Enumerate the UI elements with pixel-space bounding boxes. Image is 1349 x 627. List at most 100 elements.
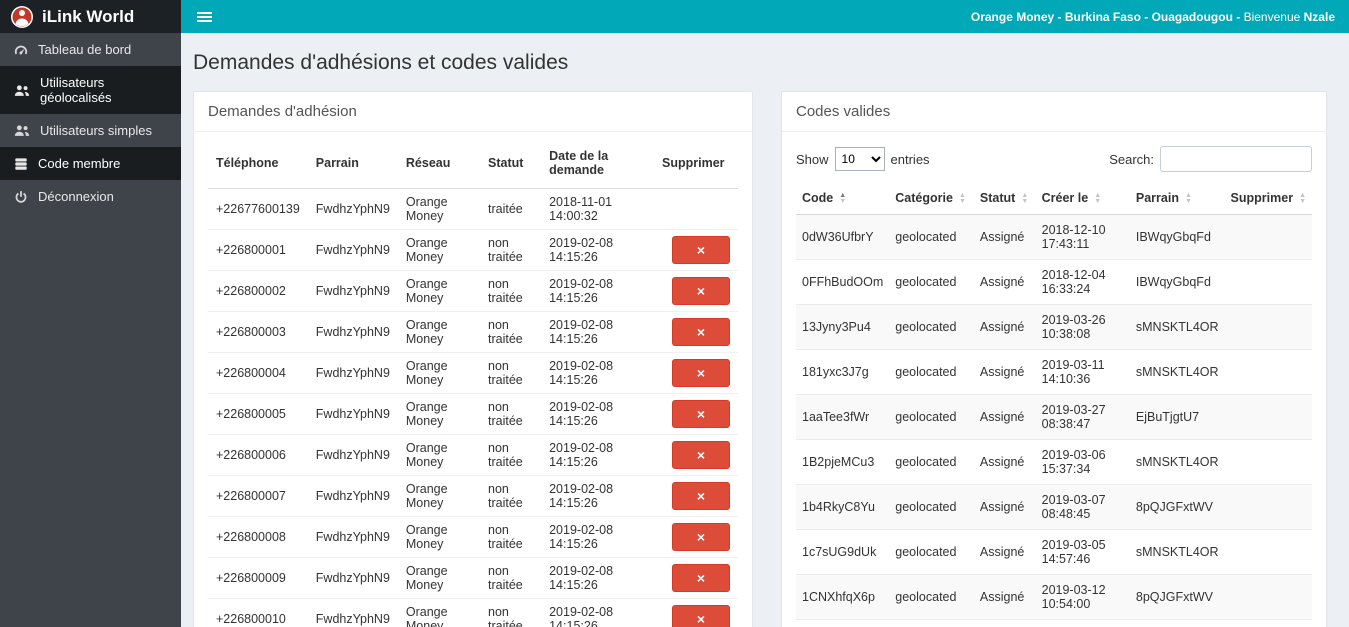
table-row: +226800007 FwdhzYphN9 Orange Money non t…	[208, 475, 738, 517]
cell-creer-le: 2019-03-22 08:45:22	[1035, 619, 1130, 627]
cell-supprimer	[1224, 304, 1312, 350]
cell-code: 1CNXhfqX6p	[796, 574, 890, 620]
cell-date: 2019-02-08 14:15:26	[541, 434, 654, 476]
cell-date: 2019-02-08 14:15:26	[541, 311, 654, 353]
delete-button[interactable]: ×	[672, 236, 730, 264]
cell-reseau: Orange Money	[397, 475, 480, 517]
table-row: +22677600139 FwdhzYphN9 Orange Money tra…	[208, 189, 738, 230]
cell-date: 2019-02-08 14:15:26	[541, 229, 654, 271]
codes-panel-title: Codes valides	[782, 92, 1326, 132]
cell-telephone: +226800010	[208, 598, 308, 627]
demandes-table-body: +22677600139 FwdhzYphN9 Orange Money tra…	[208, 189, 738, 627]
column-header-statut[interactable]: Statut ▲ ▼	[973, 182, 1036, 215]
sidebar-item-label: Code membre	[38, 156, 121, 171]
cell-categorie: geolocated	[889, 304, 974, 350]
cell-statut: non traitée	[480, 229, 542, 271]
cell-date: 2019-02-08 14:15:26	[541, 393, 654, 435]
hamburger-icon[interactable]	[195, 6, 214, 28]
welcome-text: Bienvenue	[1243, 9, 1301, 24]
dashboard-icon	[14, 45, 28, 54]
cell-categorie: geolocated	[889, 259, 974, 305]
table-header-row: Téléphone Parrain Réseau Statut Date de …	[208, 138, 738, 189]
sidebar-item-code-membre[interactable]: Code membre	[0, 147, 181, 180]
search-label: Search:	[1109, 151, 1154, 167]
cell-parrain: FwdhzYphN9	[307, 516, 398, 558]
column-header-creer-le[interactable]: Créer le ▲ ▼	[1035, 182, 1130, 215]
table-header-row: Code ▲ ▼ Catégorie ▲ ▼ Statut ▲ ▼ Créer le ▲ ▼ P…	[796, 182, 1312, 215]
cell-statut: Assigné	[973, 349, 1036, 395]
cell-date: 2018-11-01 14:00:32	[549, 195, 613, 223]
sidebar-item-label: Utilisateurs géolocalisés	[40, 75, 112, 105]
cell-creer-le: 2019-03-05 14:57:46	[1035, 529, 1130, 575]
cell-parrain: EjBuTjgtU7	[1129, 394, 1225, 440]
username: Nzale	[1303, 9, 1335, 24]
cell-reseau: Orange Money	[405, 195, 448, 223]
column-header-code[interactable]: Code ▲ ▼	[796, 182, 890, 215]
table-row: +226800001 FwdhzYphN9 Orange Money non t…	[208, 229, 738, 271]
cell-supprimer	[1224, 574, 1312, 620]
cell-parrain: 8pQJGFxtWV	[1129, 484, 1225, 530]
brand: iLink World	[0, 0, 181, 33]
cell-supprimer	[1224, 349, 1312, 395]
navbar-user-info: Orange Money - Burkina Faso - Ouagadougo…	[971, 10, 1335, 24]
delete-button[interactable]: ×	[672, 523, 730, 551]
delete-button[interactable]: ×	[672, 482, 730, 510]
delete-button[interactable]: ×	[672, 318, 730, 346]
column-header-parrain[interactable]: Parrain ▲ ▼	[1129, 182, 1225, 215]
cell-reseau: Orange Money	[397, 434, 480, 476]
cell-supprimer: ×	[654, 557, 738, 599]
column-header-supprimer[interactable]: Supprimer ▲ ▼	[1224, 182, 1312, 215]
topbar: iLink World Orange Money - Burkina Faso …	[0, 0, 1349, 33]
table-row: 0FFhBudOOm geolocated Assigné 2018-12-04…	[796, 259, 1312, 305]
cell-telephone: +226800004	[208, 352, 308, 394]
cell-parrain: FwdhzYphN9	[307, 393, 398, 435]
table-row: +226800003 FwdhzYphN9 Orange Money non t…	[208, 311, 738, 353]
cell-creer-le: 2018-12-10 17:43:11	[1035, 214, 1130, 260]
cell-reseau: Orange Money	[397, 270, 480, 312]
delete-button[interactable]: ×	[672, 605, 730, 627]
cell-supprimer	[1224, 619, 1312, 627]
delete-button[interactable]: ×	[672, 359, 730, 387]
sidebar-item-utilisateurs-geolocalises[interactable]: Utilisateurs géolocalisés	[0, 66, 181, 114]
cell-categorie: geolocated	[889, 574, 974, 620]
close-icon: ×	[696, 488, 706, 504]
entries-label: entries	[890, 151, 930, 167]
delete-button[interactable]: ×	[672, 277, 730, 305]
delete-button[interactable]: ×	[672, 564, 730, 592]
cell-supprimer: ×	[654, 229, 738, 271]
sidebar-item-tableau-de-bord[interactable]: Tableau de bord	[0, 33, 181, 66]
cell-parrain: FwdhzYphN9	[307, 229, 398, 271]
cell-supprimer: ×	[654, 393, 738, 435]
delete-button[interactable]: ×	[672, 441, 730, 469]
cell-categorie: geolocated	[889, 529, 974, 575]
cell-supprimer	[1224, 439, 1312, 485]
cell-reseau: Orange Money	[397, 352, 480, 394]
cell-supprimer: ×	[654, 475, 738, 517]
column-header-categorie[interactable]: Catégorie ▲ ▼	[889, 182, 974, 215]
page-length-select[interactable]: 10	[834, 147, 885, 171]
close-icon: ×	[696, 242, 706, 258]
sidebar-item-utilisateurs-simples[interactable]: Utilisateurs simples	[0, 114, 181, 147]
table-row: +226800004 FwdhzYphN9 Orange Money non t…	[208, 352, 738, 394]
sidebar: Tableau de bord Utilisateurs géolocalisé…	[0, 33, 181, 627]
table-row: 181yxc3J7g geolocated Assigné 2019-03-11…	[796, 349, 1312, 395]
table-row: +226800009 FwdhzYphN9 Orange Money non t…	[208, 557, 738, 599]
cell-statut: Assigné	[973, 259, 1036, 305]
users-icon	[14, 125, 30, 136]
page-title: Demandes d'adhésions et codes valides	[193, 51, 569, 74]
cell-parrain: FwdhzYphN9	[307, 557, 398, 599]
delete-button[interactable]: ×	[672, 400, 730, 428]
close-icon: ×	[696, 283, 706, 299]
cell-parrain: IBWqyGbqFd	[1129, 214, 1225, 260]
cell-code: 0FFhBudOOm	[796, 259, 890, 305]
cell-parrain: sMNSKTL4OR	[1129, 439, 1225, 485]
cell-parrain: 8pQJGFxtWV	[1129, 574, 1225, 620]
cell-telephone: +226800006	[208, 434, 308, 476]
cell-statut: non traitée	[480, 270, 542, 312]
cell-supprimer	[1224, 214, 1312, 260]
search-input[interactable]	[1160, 146, 1312, 172]
cell-statut: Assigné	[973, 619, 1036, 627]
cell-reseau: Orange Money	[397, 229, 480, 271]
table-row: 1c7sUG9dUk geolocated Assigné 2019-03-05…	[796, 529, 1312, 575]
sidebar-item-deconnexion[interactable]: Déconnexion	[0, 180, 181, 213]
